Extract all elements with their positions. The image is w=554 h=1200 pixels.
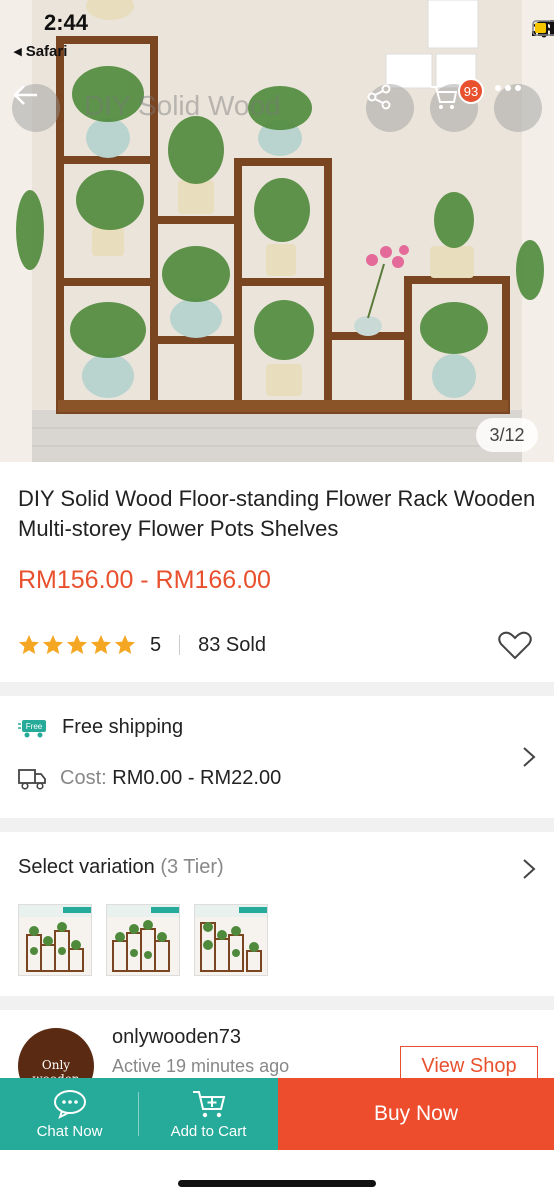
variation-tier: (3 Tier) (160, 856, 224, 878)
variation-thumbnail[interactable] (18, 904, 92, 976)
star-icon (115, 635, 135, 654)
variation-thumbnails (18, 904, 268, 976)
more-dots-icon (495, 85, 521, 91)
heart-icon (498, 631, 532, 660)
section-gap (0, 996, 554, 1010)
cost-label: Cost: (60, 766, 107, 789)
buy-now-button[interactable]: Buy Now (278, 1078, 554, 1150)
add-to-cart-icon (192, 1090, 225, 1117)
free-icon-text: Free (26, 722, 43, 731)
star-icon (67, 635, 87, 654)
product-price: RM156.00 - RM166.00 (18, 566, 271, 594)
star-rating (18, 634, 136, 656)
shipping-chevron-right-icon[interactable] (522, 746, 536, 773)
add-to-cart-button[interactable]: Add to Cart (139, 1078, 278, 1150)
header-title: DIY Solid Wood (84, 90, 281, 121)
back-button[interactable] (12, 84, 60, 132)
chat-icon (53, 1089, 86, 1119)
variation-thumbnail[interactable] (106, 904, 180, 976)
battery-icon (532, 20, 554, 36)
free-shipping-row: Free Free shipping (18, 716, 183, 739)
image-counter: 3/12 (476, 418, 538, 452)
add-to-cart-label: Add to Cart (170, 1122, 247, 1140)
shipping-cost: Cost: RM0.00 - RM22.00 (60, 767, 281, 790)
section-gap (0, 818, 554, 832)
shop-name[interactable]: onlywooden73 (112, 1026, 241, 1049)
cart-button[interactable]: 93 (430, 78, 484, 132)
product-title: DIY Solid Wood Floor-standing Flower Rac… (18, 486, 536, 541)
share-button[interactable] (366, 84, 414, 132)
arrow-left-icon (13, 85, 37, 105)
star-icon (91, 635, 111, 654)
back-to-safari-link[interactable]: ◂ Safari (14, 42, 67, 60)
product-photo (0, 0, 554, 462)
chat-now-label: Chat Now (36, 1122, 103, 1140)
bottom-action-bar: Chat Now Add to Cart Buy Now (0, 1078, 554, 1150)
free-shipping-icon: Free (18, 719, 46, 737)
section-gap (0, 682, 554, 696)
select-variation-row[interactable]: Select variation (3 Tier) (18, 856, 224, 879)
product-page: 2:44 ◂ Safari DIY Solid Wood 93 3/12 DIY… (0, 0, 554, 1200)
rating-value: 5 (150, 633, 162, 656)
share-icon (367, 84, 391, 110)
rating-row: 5 83 Sold (18, 630, 266, 660)
status-time: 2:44 (44, 10, 89, 35)
star-icon (19, 635, 39, 654)
chat-now-button[interactable]: Chat Now (0, 1078, 139, 1150)
product-image-carousel[interactable]: 2:44 ◂ Safari DIY Solid Wood 93 3/12 (0, 0, 554, 462)
cart-icon (431, 86, 458, 109)
favorite-button[interactable] (498, 630, 532, 665)
home-indicator (178, 1180, 376, 1187)
cost-value: RM0.00 - RM22.00 (112, 766, 282, 789)
star-icon (43, 635, 63, 654)
divider (179, 635, 181, 655)
variation-thumbnail[interactable] (194, 904, 268, 976)
more-button[interactable] (494, 84, 542, 132)
shop-active-status: Active 19 minutes ago (112, 1056, 290, 1076)
shipping-cost-row[interactable]: Cost: RM0.00 - RM22.00 (18, 766, 281, 790)
truck-icon (18, 769, 46, 790)
variation-chevron-right-icon[interactable] (522, 858, 536, 885)
sold-count: 83 Sold (198, 633, 266, 656)
cart-badge: 93 (458, 78, 484, 104)
variation-title: Select variation (18, 856, 155, 878)
free-shipping-label: Free shipping (62, 716, 184, 738)
